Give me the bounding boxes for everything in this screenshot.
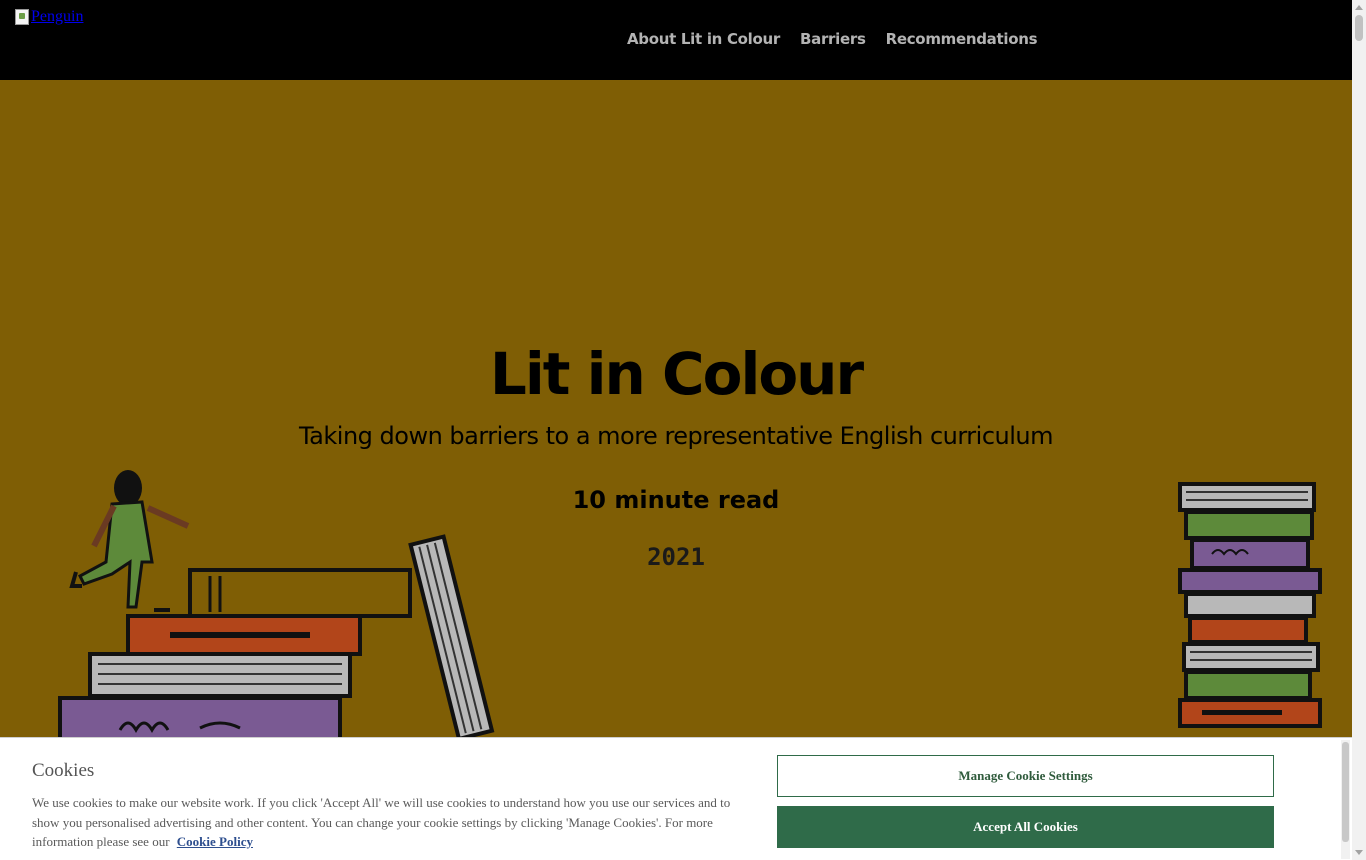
manage-cookie-settings-button[interactable]: Manage Cookie Settings xyxy=(777,755,1274,797)
site-header: Penguin About Lit in Colour Barriers Rec… xyxy=(0,0,1352,80)
person-on-books-illustration xyxy=(58,470,495,740)
nav-barriers[interactable]: Barriers xyxy=(800,30,866,48)
penguin-logo-link[interactable]: Penguin xyxy=(15,8,83,26)
broken-image-icon xyxy=(15,9,29,25)
nav-about[interactable]: About Lit in Colour xyxy=(627,30,780,48)
book-stack-illustration xyxy=(1178,482,1322,728)
cookie-description: We use cookies to make our website work.… xyxy=(32,793,742,852)
nav-recommendations[interactable]: Recommendations xyxy=(886,30,1038,48)
accept-all-cookies-button[interactable]: Accept All Cookies xyxy=(777,806,1274,848)
scroll-up-arrow-icon[interactable] xyxy=(1355,5,1363,10)
logo-alt-text: Penguin xyxy=(31,8,84,25)
page-scrollbar[interactable] xyxy=(1352,0,1366,860)
cookie-banner-scrollbar[interactable] xyxy=(1341,740,1350,859)
cookie-description-text: We use cookies to make our website work.… xyxy=(32,795,731,849)
cookie-banner-scrollbar-thumb[interactable] xyxy=(1342,742,1349,842)
main-nav: About Lit in Colour Barriers Recommendat… xyxy=(627,30,1038,48)
scroll-down-arrow-icon[interactable] xyxy=(1355,850,1363,855)
cookie-banner: Cookies We use cookies to make our websi… xyxy=(0,737,1352,860)
page: Penguin About Lit in Colour Barriers Rec… xyxy=(0,0,1366,860)
page-scrollbar-thumb[interactable] xyxy=(1355,15,1363,41)
hero-subtitle: Taking down barriers to a more represent… xyxy=(298,422,1054,450)
cookie-policy-link[interactable]: Cookie Policy xyxy=(177,834,253,849)
cookie-title: Cookies xyxy=(32,760,95,781)
hero-title: Lit in Colour xyxy=(489,340,864,408)
